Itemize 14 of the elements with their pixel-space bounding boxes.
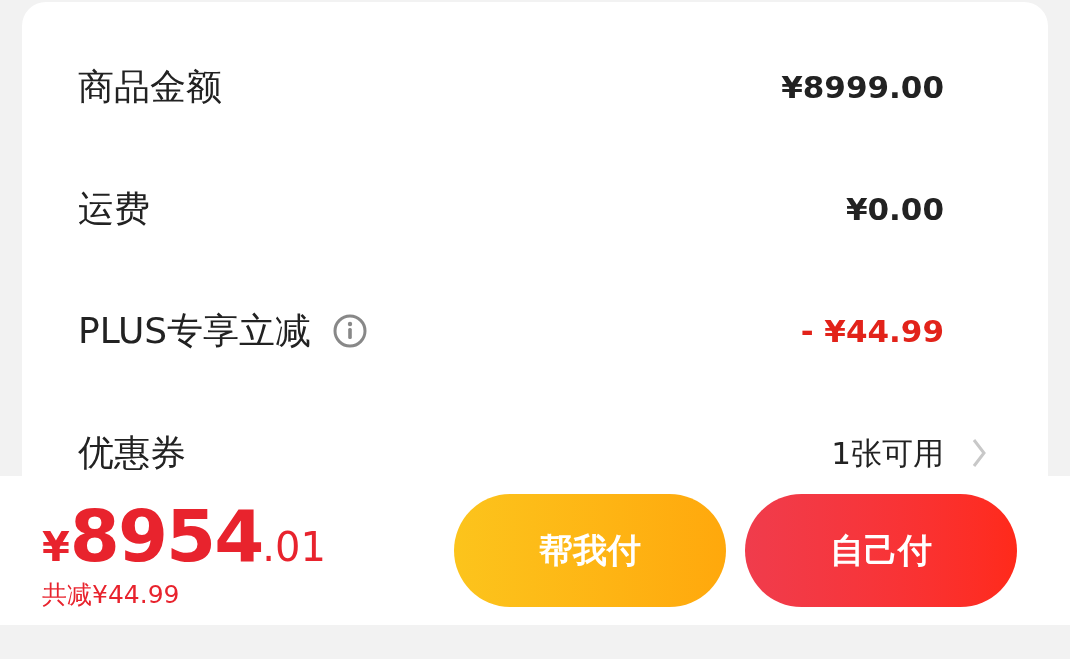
row-label: PLUS专享立减 xyxy=(78,309,312,353)
currency-symbol: ¥ xyxy=(42,527,70,567)
row-value: ¥0.00 xyxy=(845,190,944,229)
row-label: 运费 xyxy=(78,187,150,231)
row-label: 商品金额 xyxy=(78,65,222,109)
row-value: ¥8999.00 xyxy=(781,68,944,107)
pay-button[interactable]: 自己付 xyxy=(745,494,1017,607)
row-value: - ¥44.99 xyxy=(800,312,944,351)
info-icon[interactable] xyxy=(333,314,368,348)
total-price: 8954 xyxy=(69,500,263,572)
savings-text: 共减¥44.99 xyxy=(42,582,181,607)
price-decimal: .01 xyxy=(262,527,326,567)
row-label: 优惠券 xyxy=(78,431,186,475)
row-value[interactable]: 1张可用 xyxy=(831,431,944,475)
